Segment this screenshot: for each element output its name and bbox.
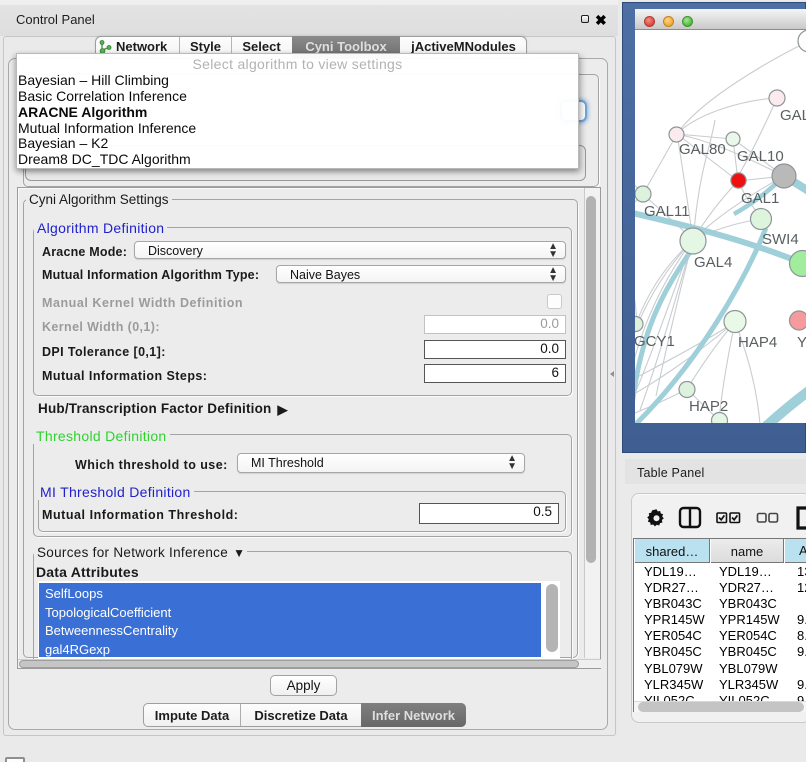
svg-text:GCY1: GCY1 bbox=[635, 333, 675, 350]
svg-text:GAL10: GAL10 bbox=[737, 148, 784, 165]
svg-text:HAP2: HAP2 bbox=[689, 398, 728, 415]
svg-text:YJ: YJ bbox=[797, 334, 806, 351]
svg-text:HAP4: HAP4 bbox=[738, 334, 777, 351]
svg-text:GAL4: GAL4 bbox=[694, 254, 732, 271]
svg-text:GAL11: GAL11 bbox=[644, 203, 690, 220]
svg-text:SWI4: SWI4 bbox=[762, 231, 799, 248]
svg-text:GAL80: GAL80 bbox=[679, 141, 726, 158]
svg-text:GAL7: GAL7 bbox=[780, 107, 806, 124]
svg-text:GAL1: GAL1 bbox=[741, 190, 779, 207]
